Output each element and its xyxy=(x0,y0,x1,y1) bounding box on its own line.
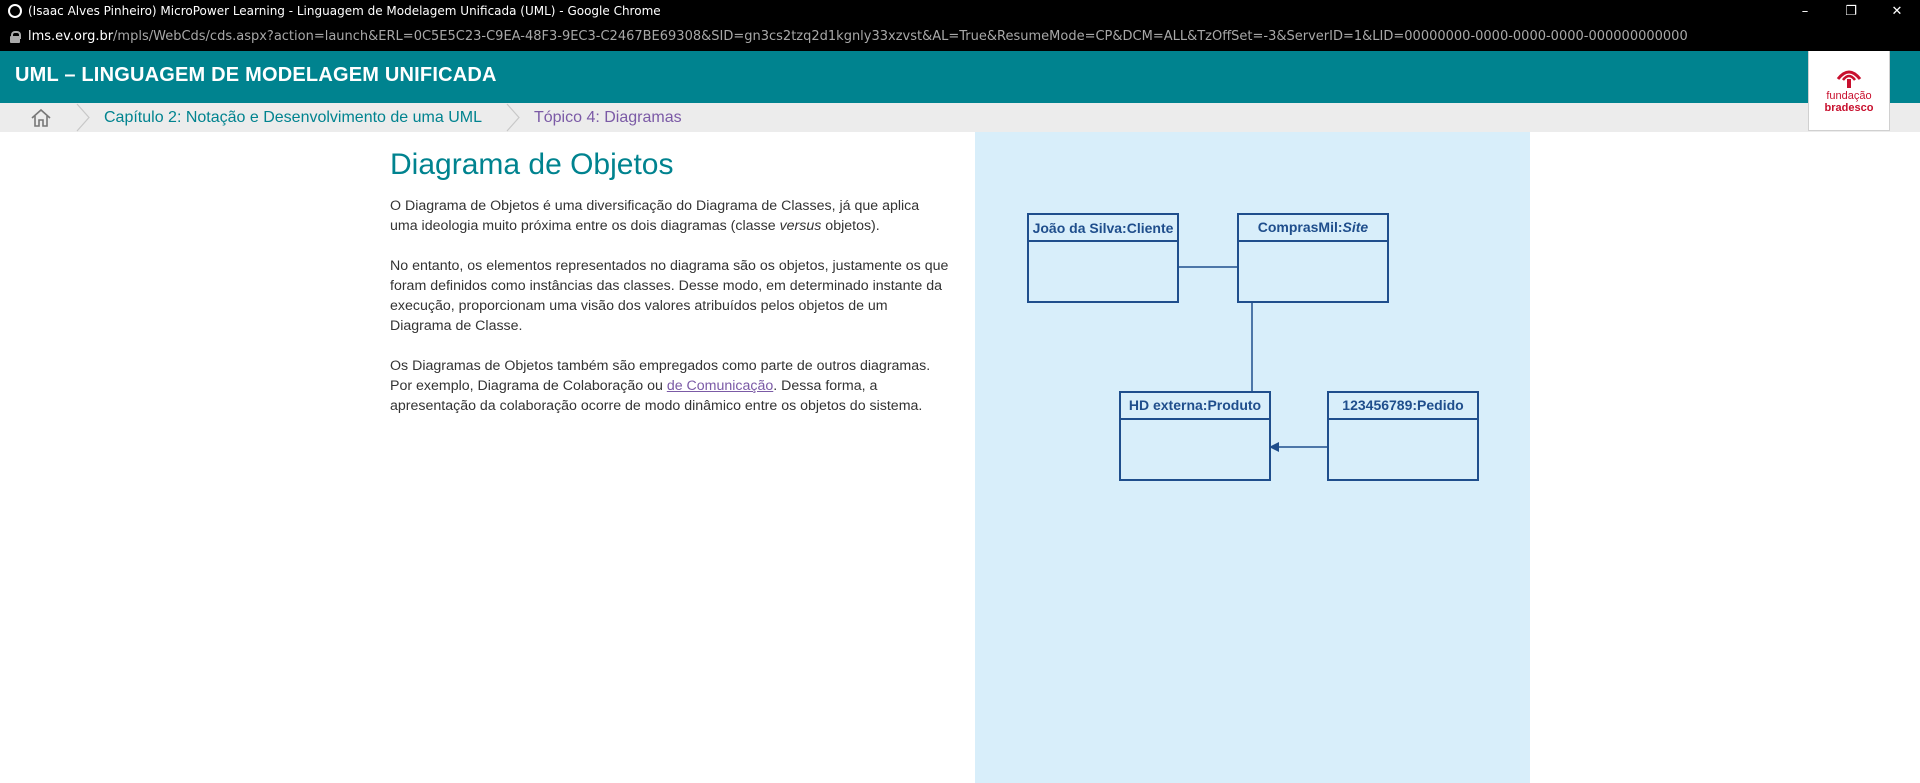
object-site: ComprasMil:Site xyxy=(1237,213,1389,303)
object-produto-label: HD externa:Produto xyxy=(1129,397,1261,413)
object-pedido: 123456789:Pedido xyxy=(1327,391,1479,481)
breadcrumb-topic[interactable]: Tópico 4: Diagramas xyxy=(534,109,682,127)
object-site-label-italic: Site xyxy=(1343,219,1369,235)
address-bar[interactable]: lms.ev.org.br/mpls/WebCds/cds.aspx?actio… xyxy=(0,22,1920,51)
fundacao-bradesco-logo[interactable]: fundação bradesco xyxy=(1808,51,1890,131)
bradesco-logo-icon xyxy=(1836,70,1862,88)
paragraph-1-emphasis: versus xyxy=(779,218,822,234)
minimize-button[interactable]: – xyxy=(1782,0,1828,22)
url-path[interactable]: /mpls/WebCds/cds.aspx?action=launch&ERL=… xyxy=(113,29,1688,44)
restore-button[interactable]: ❐ xyxy=(1828,0,1874,22)
object-site-label: ComprasMil:Site xyxy=(1258,219,1369,235)
object-cliente-label: João da Silva:Cliente xyxy=(1033,220,1174,236)
comunicacao-link[interactable]: de Comunicação xyxy=(667,378,773,394)
lock-icon xyxy=(10,30,21,43)
object-produto: HD externa:Produto xyxy=(1119,391,1271,481)
diagram-panel: João da Silva:Cliente ComprasMil:Site HD… xyxy=(975,132,1530,783)
close-button[interactable]: ✕ xyxy=(1874,0,1920,22)
paragraph-3: Os Diagramas de Objetos também são empre… xyxy=(390,356,950,416)
object-diagram: João da Silva:Cliente ComprasMil:Site HD… xyxy=(1027,213,1479,481)
paragraph-1-text-b: objetos). xyxy=(821,218,880,234)
logo-text-bradesco: bradesco xyxy=(1824,102,1874,114)
home-icon[interactable] xyxy=(30,108,52,128)
object-cliente: João da Silva:Cliente xyxy=(1027,213,1179,303)
paragraph-1: O Diagrama de Objetos é uma diversificaç… xyxy=(390,196,950,236)
page-title: Diagrama de Objetos xyxy=(390,148,674,181)
course-title: UML – LINGUAGEM DE MODELAGEM UNIFICADA xyxy=(15,64,497,86)
course-header: UML – LINGUAGEM DE MODELAGEM UNIFICADA xyxy=(0,51,1920,103)
breadcrumb-chapter[interactable]: Capítulo 2: Notação e Desenvolvimento de… xyxy=(104,109,482,127)
breadcrumb-chevron-icon xyxy=(506,103,520,132)
paragraph-2: No entanto, os elementos representados n… xyxy=(390,258,949,334)
window-title: (Isaac Alves Pinheiro) MicroPower Learni… xyxy=(28,4,661,18)
breadcrumb: Capítulo 2: Notação e Desenvolvimento de… xyxy=(0,103,1920,132)
browser-title-bar: (Isaac Alves Pinheiro) MicroPower Learni… xyxy=(0,0,1920,22)
object-pedido-label: 123456789:Pedido xyxy=(1342,397,1463,413)
object-site-label-prefix: ComprasMil: xyxy=(1258,219,1343,235)
url-host[interactable]: lms.ev.org.br xyxy=(28,29,113,44)
breadcrumb-chevron-icon xyxy=(76,103,90,132)
logo-text-fundacao: fundação xyxy=(1826,90,1872,102)
chrome-icon xyxy=(8,4,22,18)
lesson-content: Diagrama de Objetos O Diagrama de Objeto… xyxy=(390,148,950,436)
